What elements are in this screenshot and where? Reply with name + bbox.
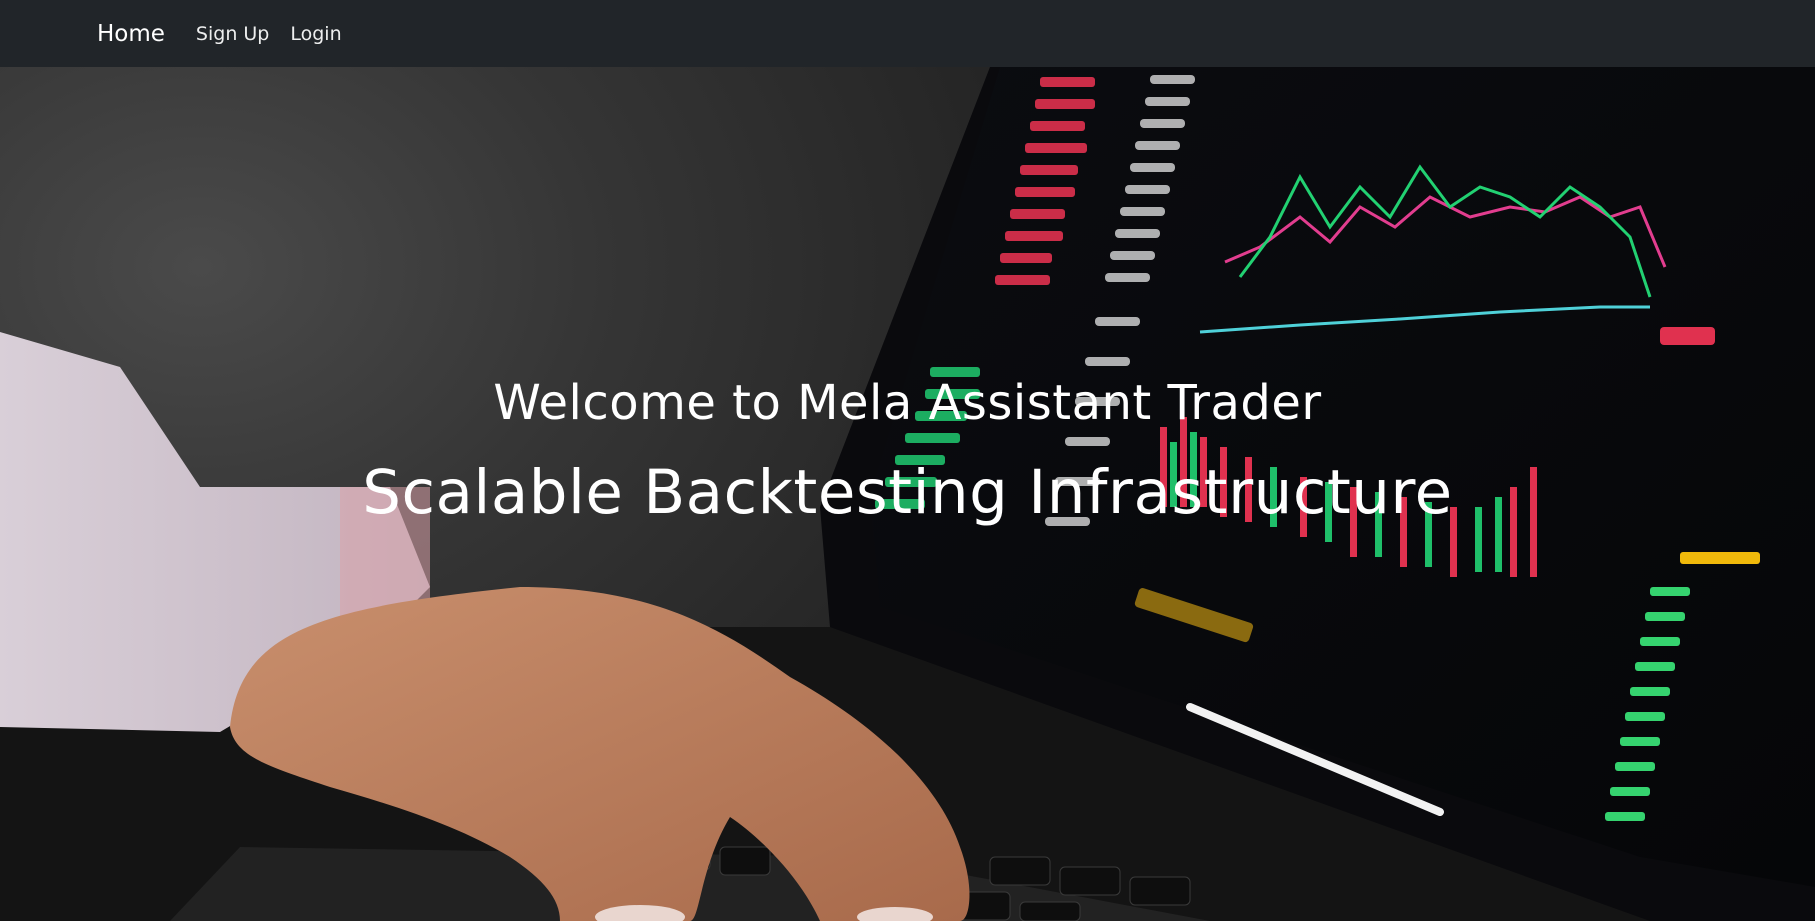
hero-section: Welcome to Mela Assistant Trader Scalabl…	[0, 67, 1815, 921]
nav-home-link[interactable]: Home	[97, 21, 165, 47]
hero-background-image	[0, 67, 1815, 921]
nav-signup-link[interactable]: Sign Up	[196, 23, 269, 45]
top-navbar: Home Sign Up Login	[0, 0, 1815, 67]
nav-login-link[interactable]: Login	[290, 23, 341, 45]
